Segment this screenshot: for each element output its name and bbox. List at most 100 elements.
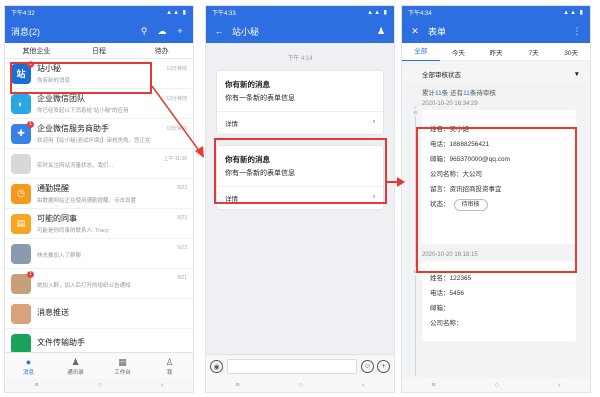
- profile-icon[interactable]: ♟: [374, 26, 388, 37]
- card-desc: 你有一条新的表单信息: [225, 95, 295, 102]
- signal-icon: ▲▲ ▮: [166, 10, 187, 16]
- input-bar: ◉ ☺ +: [206, 354, 394, 378]
- highlight-box: [416, 127, 577, 273]
- date-tabs: 全部 今天 昨天 7天 30天: [402, 43, 590, 61]
- highlight-box: [10, 62, 152, 94]
- tab-yesterday[interactable]: 昨天: [477, 47, 515, 57]
- avatar: 1: [11, 270, 34, 294]
- status-time: 下午4:34: [408, 11, 432, 17]
- tab-bar: ● 消息 ♟ 通讯录 ▦ 工作台 ♙ 我: [5, 352, 193, 378]
- highlight-box: [214, 138, 387, 204]
- chat-preview: 她加入群，加入后打开的组织公告通知: [37, 282, 131, 289]
- tab-icon: ●: [25, 357, 32, 367]
- phone-messages: 下午4:32 ▲▲ ▮ 消息(2) ⚲ ☁ + 其他企业 日程 待办 站 1 站小秘…: [4, 5, 194, 393]
- record-row: 邮箱：: [430, 305, 450, 312]
- chat-preview: 由数据网站正在使用通勤提醒，点击设置: [37, 198, 137, 204]
- tab-7days[interactable]: 7天: [515, 47, 553, 57]
- header: ← 站小秘 ♟: [206, 19, 394, 43]
- tab-label: 工作台: [114, 370, 131, 376]
- record-row: 公司名称：: [430, 320, 463, 327]
- schedule-button[interactable]: 日程: [68, 46, 131, 56]
- unread-badge: 1: [27, 120, 34, 128]
- avatar: [11, 243, 31, 264]
- message-card[interactable]: 你有新的消息 你有一条新的表单信息 详情 ›: [216, 70, 384, 135]
- tab-all[interactable]: 全部: [402, 43, 440, 61]
- flow-arrow-1: [151, 85, 204, 158]
- tab-30days[interactable]: 30天: [552, 47, 590, 57]
- chevron-right-icon: ›: [372, 118, 375, 125]
- cloud-icon[interactable]: ☁: [155, 26, 169, 37]
- count-suffix: 条待审核: [469, 90, 496, 97]
- avatar-glyph: ◷: [17, 188, 25, 198]
- menu-icon[interactable]: ≡: [35, 382, 39, 389]
- tab-today[interactable]: 今天: [440, 47, 478, 57]
- phone-chat: 下午4:33 ▲▲ ▮ ← 站小秘 ♟ 下午 4:14 你有新的消息 你有一条新的…: [205, 5, 395, 393]
- unread-badge: 1: [27, 270, 34, 278]
- chat-time: 13分钟前: [166, 66, 187, 72]
- close-icon[interactable]: ✕: [408, 26, 422, 37]
- tab-item[interactable]: ♙ 我: [146, 353, 193, 378]
- other-enterprise-button[interactable]: 其他企业: [5, 46, 68, 56]
- count-summary: 累计11条 还有11条待审核: [402, 87, 590, 97]
- more-icon[interactable]: ⋮: [570, 26, 584, 37]
- avatar: [11, 333, 31, 354]
- record-date: 2020-10-20 16:34:29: [422, 101, 478, 107]
- count-mid: 条 还有: [441, 90, 464, 97]
- home-icon[interactable]: ○: [495, 382, 499, 389]
- tab-label: 消息: [22, 370, 34, 376]
- quick-bar: 其他企业 日程 待办: [5, 43, 193, 59]
- avatar: ▤: [11, 213, 31, 234]
- avatar: [11, 153, 31, 174]
- chat-list-item[interactable]: ▤ 可能的同事 可能是你同事的联系人: Tracy 9/23: [5, 209, 193, 239]
- status-bar: 下午4:33 ▲▲ ▮: [206, 6, 394, 19]
- back-arrow-icon[interactable]: ←: [212, 26, 226, 36]
- avatar: ✚ 1: [11, 120, 34, 144]
- menu-icon[interactable]: ≡: [236, 382, 240, 389]
- status-bar: 下午4:32 ▲▲ ▮: [5, 6, 193, 19]
- emoji-icon[interactable]: ☺: [361, 360, 374, 373]
- chat-time: 9/23: [177, 185, 187, 191]
- add-icon[interactable]: +: [173, 26, 187, 36]
- chat-list-item[interactable]: ◷ 通勤提醒 由数据网站正在使用通勤提醒，点击设置 9/23: [5, 179, 193, 209]
- plus-icon[interactable]: +: [377, 360, 390, 373]
- page-title: 表单: [428, 26, 447, 37]
- voice-icon[interactable]: ◉: [210, 360, 223, 373]
- avatar: [11, 303, 31, 324]
- signal-icon: ▲▲ ▮: [367, 10, 388, 16]
- home-icon[interactable]: ○: [98, 382, 102, 389]
- search-icon[interactable]: ⚲: [137, 26, 151, 37]
- detail-link[interactable]: 详情: [225, 118, 238, 128]
- record-row: 电话：5456: [430, 290, 464, 297]
- avatar: ◷: [11, 183, 31, 204]
- tab-item[interactable]: ♟ 通讯录: [52, 353, 99, 378]
- tab-icon: ♟: [71, 357, 80, 367]
- tab-label: 我: [166, 370, 173, 376]
- tab-item[interactable]: ▦ 工作台: [99, 353, 146, 378]
- avatar-glyph: ✚: [17, 128, 25, 138]
- avatar: ◐: [11, 93, 31, 114]
- menu-icon[interactable]: ≡: [432, 382, 436, 389]
- home-icon[interactable]: ○: [299, 382, 303, 389]
- chat-name: 消息推送: [37, 308, 69, 317]
- status-bar: 下午4:34 ▲▲ ▮: [402, 6, 590, 19]
- message-input[interactable]: [227, 359, 357, 374]
- todo-button[interactable]: 待办: [130, 46, 193, 56]
- tab-item[interactable]: ● 消息: [5, 353, 52, 378]
- header: 消息(2) ⚲ ☁ +: [5, 19, 193, 43]
- filter-label: 全部审核状态: [422, 72, 461, 79]
- timeline-dot: [412, 109, 419, 116]
- page-title: 消息(2): [11, 26, 40, 37]
- record-card[interactable]: 姓名：122365 电话：5456 邮箱： 公司名称：: [422, 261, 576, 341]
- chat-time: 9/21: [177, 275, 187, 281]
- status-time: 下午4:33: [212, 11, 236, 17]
- status-filter[interactable]: 全部审核状态 ▼: [402, 65, 590, 83]
- chat-time: 9/23: [177, 245, 187, 251]
- chat-list-item[interactable]: 1 她加入群，加入后打开的组织公告通知 9/21: [5, 269, 193, 299]
- chat-list-item[interactable]: 消息推送: [5, 299, 193, 329]
- tab-icon: ♙: [165, 357, 174, 367]
- chat-list-item[interactable]: 林夫推加入了群聊 9/23: [5, 239, 193, 269]
- back-icon[interactable]: ‹: [161, 382, 163, 389]
- back-icon[interactable]: ‹: [558, 382, 560, 389]
- count-total: 11: [435, 90, 442, 97]
- back-icon[interactable]: ‹: [362, 382, 364, 389]
